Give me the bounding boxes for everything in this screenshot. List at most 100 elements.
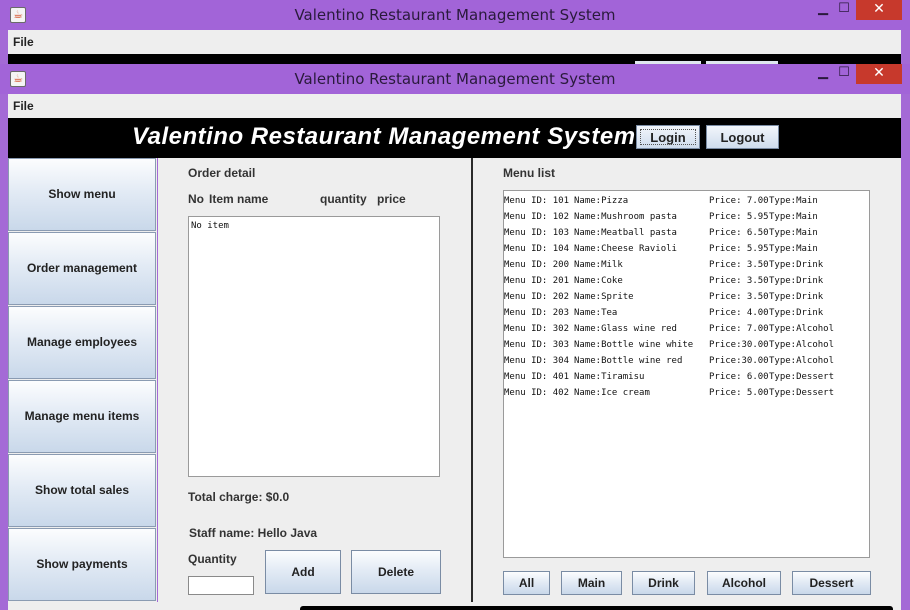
order-panel: Order detail No Item name quantity price… [158,158,471,602]
filter-all-button[interactable]: All [503,571,550,595]
menu-item-type: Type:Main [769,228,818,238]
menu-item-id: Menu ID: 101 [504,196,570,206]
menu-list-item: Menu ID: 200 Name:Milk Price: 3.50 Type:Dri… [504,257,869,273]
menu-item-id: Menu ID: 104 [504,244,570,254]
close-icon[interactable]: ✕ [856,64,902,84]
menu-item-price: Price: 7.00 [709,324,769,334]
menu-item-type: Type:Alcohol [769,324,835,334]
menu-item-name: Name:Sprite [574,292,634,302]
quantity-input[interactable] [188,576,254,595]
menu-item-type: Type:Drink [769,276,824,286]
window-title: Valentino Restaurant Management System [294,70,616,88]
menu-item-price: Price: 6.50 [709,228,769,238]
menu-item-name: Name:Meatball pasta [574,228,677,238]
menu-list-item: Menu ID: 304 Name:Bottle wine red Price:30… [504,353,869,369]
show-payments-button[interactable]: Show payments [8,528,156,601]
menu-list-item: Menu ID: 203 Name:Tea Price: 4.00 Type:Drin… [504,305,869,321]
back-window-title: Valentino Restaurant Management System [294,6,616,24]
order-detail-textarea[interactable]: No item [188,216,440,477]
menu-item-price: Price: 5.95 [709,212,769,222]
app-header: Valentino Restaurant Management System L… [8,118,901,158]
menu-item-type: Type:Drink [769,260,824,270]
manage-employees-button[interactable]: Manage employees [8,306,156,379]
menu-list-item: Menu ID: 302 Name:Glass wine red Price: 7.… [504,321,869,337]
order-col-no: No [188,192,204,206]
menu-list-item: Menu ID: 101 Name:Pizza Price: 7.00 Type:Ma… [504,193,869,209]
menu-item-type: Type:Dessert [769,388,835,398]
menu-item-price: Price: 3.50 [709,292,769,302]
menu-item-price: Price: 3.50 [709,276,769,286]
order-detail-title: Order detail [188,166,256,180]
menu-item-type: Type:Dessert [769,372,835,382]
menu-item-name: Name:Bottle wine white [574,340,694,350]
menu-list-item: Menu ID: 103 Name:Meatball pasta Price: 6.… [504,225,869,241]
menu-item-price: Price: 5.00 [709,388,769,398]
back-window-titlebar[interactable]: ☕ Valentino Restaurant Management System… [0,0,910,30]
staff-name-label: Staff name: Hello Java [189,526,318,540]
menu-item-name: Name:Pizza [574,196,629,206]
menu-item-name: Name:Mushroom pasta [574,212,677,222]
filter-main-button[interactable]: Main [561,571,622,595]
login-button[interactable]: Login [636,125,700,149]
filter-alcohol-button[interactable]: Alcohol [707,571,781,595]
menu-item-name: Name:Glass wine red [574,324,677,334]
bottom-strip [8,602,901,610]
filter-dessert-button[interactable]: Dessert [792,571,871,595]
menu-item-price: Price:30.00 [709,356,769,366]
menu-item-id: Menu ID: 304 [504,356,570,366]
menu-item-id: Menu ID: 200 [504,260,570,270]
menu-list-item: Menu ID: 303 Name:Bottle wine white Price:… [504,337,869,353]
menu-item-price: Price: 5.95 [709,244,769,254]
menu-item-name: Name:Cheese Ravioli [574,244,677,254]
show-menu-button[interactable]: Show menu [8,158,156,231]
back-menu-file[interactable]: File [13,35,34,49]
menu-list-item: Menu ID: 401 Name:Tiramisu Price: 6.00 Type… [504,369,869,385]
window-titlebar[interactable]: ☕ Valentino Restaurant Management System… [0,64,910,94]
menu-item-name: Name:Milk [574,260,623,270]
back-maximize-icon[interactable]: ☐ [831,0,857,20]
menu-item-name: Name:Bottle wine red [574,356,683,366]
menu-item-type: Type:Drink [769,308,824,318]
back-close-icon[interactable]: ✕ [856,0,902,20]
order-col-quantity: quantity [320,192,367,206]
menu-list-textarea[interactable]: Menu ID: 101 Name:Pizza Price: 7.00 Type:Ma… [503,190,870,558]
background-window-edge [300,606,893,610]
menu-item-type: Type:Alcohol [769,340,835,350]
menu-item-name: Name:Coke [574,276,623,286]
menu-list-item: Menu ID: 202 Name:Sprite Price: 3.50 Type:D… [504,289,869,305]
manage-menu-items-button[interactable]: Manage menu items [8,380,156,453]
filter-drink-button[interactable]: Drink [632,571,695,595]
back-menubar: File [8,30,901,54]
menu-list-item: Menu ID: 402 Name:Ice cream Price: 5.00 Typ… [504,385,869,401]
menu-item-type: Type:Main [769,244,818,254]
logout-button[interactable]: Logout [706,125,779,149]
total-charge-label: Total charge: $0.0 [188,490,290,504]
menu-item-type: Type:Alcohol [769,356,835,366]
menu-item-price: Price: 4.00 [709,308,769,318]
menu-list-item: Menu ID: 104 Name:Cheese Ravioli Price: 5.… [504,241,869,257]
order-col-item-name: Item name [209,192,269,206]
app-title: Valentino Restaurant Management System [132,123,636,150]
maximize-icon[interactable]: ☐ [831,64,857,84]
order-management-button[interactable]: Order management [8,232,156,305]
menu-list-item: Menu ID: 102 Name:Mushroom pasta Price: 5.… [504,209,869,225]
menu-item-id: Menu ID: 303 [504,340,570,350]
delete-button[interactable]: Delete [351,550,441,594]
order-detail-content: No item [191,221,229,231]
menu-item-id: Menu ID: 201 [504,276,570,286]
menu-item-name: Name:Tea [574,308,618,318]
menu-item-price: Price: 3.50 [709,260,769,270]
menu-file[interactable]: File [13,99,34,113]
menu-item-id: Menu ID: 202 [504,292,570,302]
menu-item-name: Name:Tiramisu [574,372,645,382]
back-window-header-strip [8,54,901,64]
menu-item-type: Type:Main [769,196,818,206]
add-button[interactable]: Add [265,550,341,594]
menu-item-id: Menu ID: 102 [504,212,570,222]
menu-item-id: Menu ID: 203 [504,308,570,318]
sidebar-nav: Show menu Order management Manage employ… [8,158,157,602]
order-col-price: price [377,192,406,206]
menu-item-id: Menu ID: 401 [504,372,570,382]
show-total-sales-button[interactable]: Show total sales [8,454,156,527]
menu-list-item: Menu ID: 201 Name:Coke Price: 3.50 Type:Dri… [504,273,869,289]
